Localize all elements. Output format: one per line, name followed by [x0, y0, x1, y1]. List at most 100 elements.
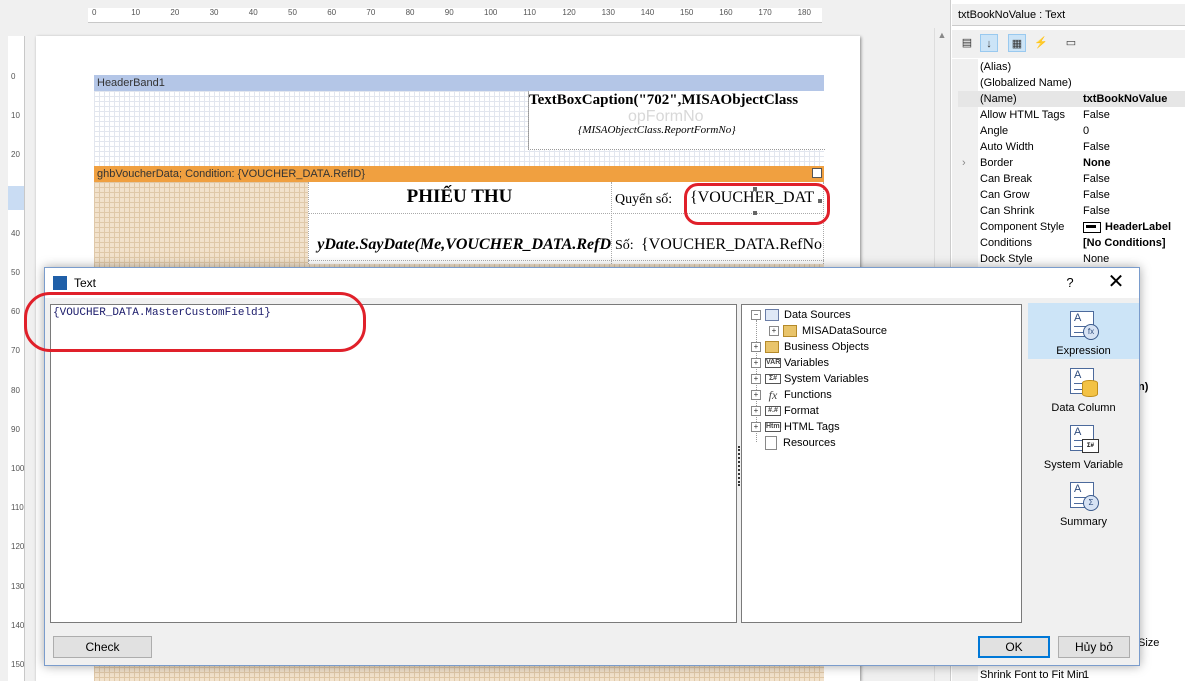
property-row[interactable]: Can Shrink False: [958, 203, 1185, 219]
properties-icon[interactable]: ▦: [1008, 34, 1026, 52]
property-value[interactable]: None: [1083, 251, 1183, 267]
pages-icon[interactable]: ▭: [1062, 34, 1080, 52]
property-name: Angle: [980, 125, 1009, 137]
ruler-tick-label: 50: [288, 8, 297, 17]
property-row[interactable]: (Alias): [958, 59, 1185, 75]
property-row[interactable]: (Name) txtBookNoValue: [958, 91, 1185, 107]
category-system-variable-button[interactable]: Σ# System Variable: [1028, 417, 1139, 473]
ruler-tick-label: 70: [11, 346, 20, 356]
ruler-tick-label: 90: [11, 424, 20, 434]
tree-node[interactable]: + fx Functions: [751, 387, 832, 403]
receipt-title[interactable]: PHIẾU THU: [308, 186, 611, 208]
ok-button[interactable]: OK: [978, 636, 1050, 658]
tree-node[interactable]: − Data Sources: [751, 307, 851, 323]
business-objects-icon: [765, 341, 779, 354]
property-row[interactable]: Can Grow False: [958, 187, 1185, 203]
tree-node-label[interactable]: MISADataSource: [802, 325, 887, 337]
property-value[interactable]: [No Conditions]: [1083, 235, 1183, 251]
close-icon[interactable]: ✕: [1104, 271, 1128, 293]
tree-node-label[interactable]: Variables: [784, 357, 829, 369]
ruler-tick-label: 150: [680, 8, 694, 17]
ruler-tick-label: 180: [797, 8, 811, 17]
property-value[interactable]: False: [1083, 187, 1183, 203]
resources-icon: [765, 436, 777, 451]
events-icon[interactable]: ⚡: [1032, 34, 1050, 52]
tree-node-label[interactable]: Functions: [784, 389, 832, 401]
ruler-tick-label: 120: [562, 8, 576, 17]
alphabetical-icon[interactable]: ↓: [980, 34, 998, 52]
property-value[interactable]: None: [1083, 155, 1183, 171]
cancel-button[interactable]: Hủy bỏ: [1058, 636, 1130, 658]
property-value[interactable]: False: [1083, 203, 1183, 219]
caption-text[interactable]: TextBoxCaption("702",MISAObjectClass: [529, 92, 798, 109]
tree-node-label[interactable]: Data Sources: [784, 309, 851, 321]
tree-node-label[interactable]: System Variables: [784, 373, 869, 385]
tree-node[interactable]: + MISADataSource: [769, 323, 887, 339]
tree-node-label[interactable]: Format: [784, 405, 819, 417]
ruler-tick-label: 20: [170, 8, 180, 17]
ruler-tick-label: 10: [11, 111, 20, 121]
group-band-title[interactable]: ghbVoucherData; Condition: {VOUCHER_DATA…: [94, 166, 824, 182]
property-value[interactable]: 1: [1083, 669, 1089, 681]
property-value[interactable]: False: [1083, 107, 1183, 123]
form-no-expression[interactable]: {MISAObjectClass.ReportFormNo}: [578, 124, 736, 136]
property-row[interactable]: (Globalized Name): [958, 75, 1185, 91]
expand-icon[interactable]: +: [751, 374, 761, 385]
ruler-tick-label: 40: [248, 8, 258, 17]
tree-node-label[interactable]: Business Objects: [784, 341, 869, 353]
tree-node[interactable]: + Σ# System Variables: [751, 371, 869, 387]
tree-node[interactable]: + #.# Format: [751, 403, 819, 419]
property-name: Can Break: [980, 173, 1032, 185]
ref-number-label[interactable]: Số:: [615, 238, 634, 254]
property-value[interactable]: 0: [1083, 123, 1183, 139]
property-row[interactable]: Can Break False: [958, 171, 1185, 187]
property-grid-title: txtBookNoValue : Text: [952, 4, 1185, 26]
tree-node[interactable]: + VAR Variables: [751, 355, 829, 371]
expand-icon[interactable]: +: [751, 390, 761, 401]
ruler-tick-label: 0: [92, 8, 97, 17]
property-value[interactable]: False: [1083, 171, 1183, 187]
expand-icon[interactable]: +: [751, 422, 761, 433]
book-number-label[interactable]: Quyển số:: [615, 192, 672, 208]
property-row[interactable]: Dock Style None: [958, 251, 1185, 267]
expand-icon[interactable]: +: [751, 358, 761, 369]
check-button[interactable]: Check: [53, 636, 152, 658]
property-row[interactable]: › Border None: [958, 155, 1185, 171]
ruler-top: 0 10 20 30 40 50 60 70 80 90 100 110 120 130 140 150 160…: [88, 8, 822, 23]
property-row[interactable]: Conditions [No Conditions]: [958, 235, 1185, 251]
property-name[interactable]: Shrink Font to Fit Min: [980, 669, 1085, 681]
tree-node[interactable]: + Business Objects: [751, 339, 869, 355]
ruler-tick-label: 100: [11, 464, 25, 473]
expand-icon[interactable]: +: [769, 326, 779, 337]
band-options-icon[interactable]: [812, 168, 822, 178]
tree-node-label[interactable]: Resources: [783, 437, 836, 449]
collapse-icon[interactable]: −: [751, 310, 761, 321]
tree-node-label[interactable]: HTML Tags: [784, 421, 840, 433]
help-button[interactable]: ?: [1060, 273, 1080, 293]
property-value[interactable]: HeaderLabel: [1083, 219, 1183, 235]
style-swatch-icon: [1083, 221, 1101, 233]
ruler-tick-label: 170: [758, 8, 772, 17]
property-name: Component Style: [980, 221, 1065, 233]
property-row[interactable]: Auto Width False: [958, 139, 1185, 155]
property-value[interactable]: False: [1083, 139, 1183, 155]
property-value[interactable]: txtBookNoValue: [1083, 91, 1183, 107]
expand-icon[interactable]: +: [751, 342, 761, 353]
scroll-up-icon[interactable]: ▲: [935, 28, 949, 42]
ruler-tick-label: 80: [405, 8, 415, 17]
category-expression-button[interactable]: fx Expression: [1028, 303, 1139, 359]
property-row[interactable]: Angle 0: [958, 123, 1185, 139]
property-row[interactable]: Component Style HeaderLabel: [958, 219, 1185, 235]
property-row[interactable]: Allow HTML Tags False: [958, 107, 1185, 123]
tree-node[interactable]: Resources: [751, 435, 836, 451]
ref-number-value[interactable]: {VOUCHER_DATA.RefNo: [641, 236, 824, 254]
header-band-title[interactable]: HeaderBand1: [94, 75, 824, 91]
say-date-expression[interactable]: yDate.SayDate(Me,VOUCHER_DATA.RefD: [308, 236, 611, 254]
category-label: Data Column: [1051, 402, 1116, 414]
categorized-icon[interactable]: ▤: [958, 34, 976, 52]
expand-icon[interactable]: ›: [962, 155, 966, 171]
expand-icon[interactable]: +: [751, 406, 761, 417]
category-summary-button[interactable]: Σ Summary: [1028, 474, 1139, 530]
tree-node[interactable]: + Html HTML Tags: [751, 419, 840, 435]
category-data-column-button[interactable]: Data Column: [1028, 360, 1139, 416]
